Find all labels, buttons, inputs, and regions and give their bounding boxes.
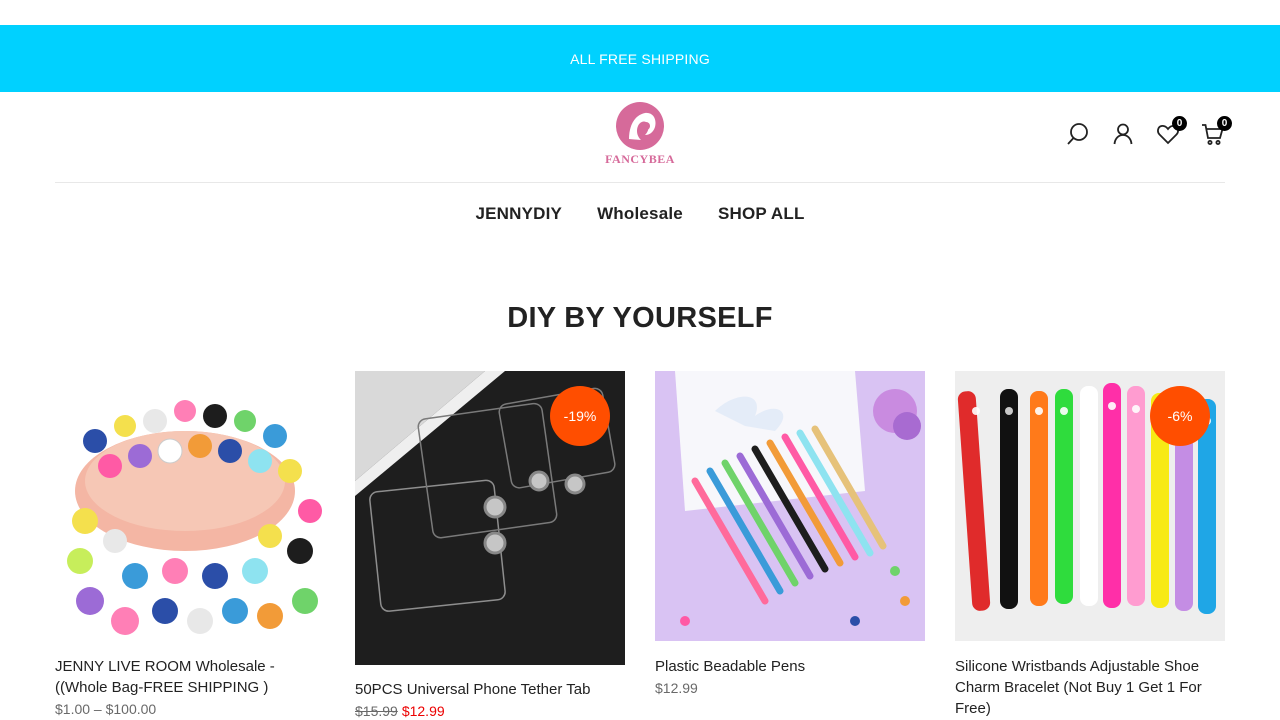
announcement-bar: ALL FREE SHIPPING: [0, 25, 1280, 92]
product-card[interactable]: JENNY LIVE ROOM Wholesale -((Whole Bag-F…: [55, 371, 325, 719]
sale-price: $12.99: [401, 703, 445, 719]
search-icon: [1067, 123, 1088, 145]
price-range: $1.00 – $100.00: [55, 701, 157, 717]
logo-text: FANCYBEA: [605, 152, 675, 166]
site-header: FANCYBEA 0 0: [55, 92, 1232, 183]
nav-item-wholesale[interactable]: Wholesale: [597, 204, 683, 224]
product-title[interactable]: Silicone Wristbands Adjustable Shoe Char…: [955, 656, 1225, 719]
regular-price: $12.99: [655, 680, 698, 696]
product-card[interactable]: -19% 50PCS Universal Phone Tether Tab $1…: [355, 371, 625, 719]
cart-count: 0: [1217, 116, 1232, 131]
product-image[interactable]: [55, 371, 325, 641]
section-title: DIY BY YOURSELF: [507, 302, 773, 334]
product-image[interactable]: [655, 371, 925, 641]
cart-button[interactable]: 0: [1201, 116, 1232, 146]
top-spacer: [0, 0, 1280, 25]
product-card[interactable]: Plastic Beadable Pens $12.99: [655, 371, 925, 719]
search-button[interactable]: [1066, 122, 1090, 146]
old-price: $15.99: [355, 703, 398, 719]
product-price: $1.00 – $100.00: [55, 701, 325, 717]
product-image[interactable]: -19%: [355, 371, 625, 665]
main-nav: JENNYDIY Wholesale SHOP ALL: [0, 183, 1280, 245]
product-grid: JENNY LIVE ROOM Wholesale -((Whole Bag-F…: [55, 371, 1225, 719]
product-title[interactable]: JENNY LIVE ROOM Wholesale -((Whole Bag-F…: [55, 656, 325, 698]
product-price: $15.99 $12.99: [355, 703, 625, 719]
product-title[interactable]: 50PCS Universal Phone Tether Tab: [355, 679, 625, 700]
nav-item-shop-all[interactable]: SHOP ALL: [718, 204, 805, 224]
discount-badge: -19%: [550, 386, 610, 446]
product-price: $12.99: [655, 680, 925, 696]
nav-item-jennydiy[interactable]: JENNYDIY: [475, 204, 562, 224]
beadable-pens-image: [655, 371, 925, 641]
site-logo[interactable]: FANCYBEA: [595, 101, 685, 167]
discount-badge: -6%: [1150, 386, 1210, 446]
header-actions: 0 0: [1066, 116, 1232, 146]
product-card[interactable]: -6% Silicone Wristbands Adjustable Shoe …: [955, 371, 1225, 719]
product-title[interactable]: Plastic Beadable Pens: [655, 656, 925, 677]
beads-image: [55, 371, 325, 641]
user-icon: [1113, 123, 1133, 145]
account-button[interactable]: [1111, 122, 1135, 146]
logo-icon: [616, 102, 664, 150]
wishlist-count: 0: [1172, 116, 1187, 131]
product-image[interactable]: -6%: [955, 371, 1225, 641]
wishlist-button[interactable]: 0: [1156, 116, 1187, 146]
announcement-text: ALL FREE SHIPPING: [570, 50, 710, 67]
